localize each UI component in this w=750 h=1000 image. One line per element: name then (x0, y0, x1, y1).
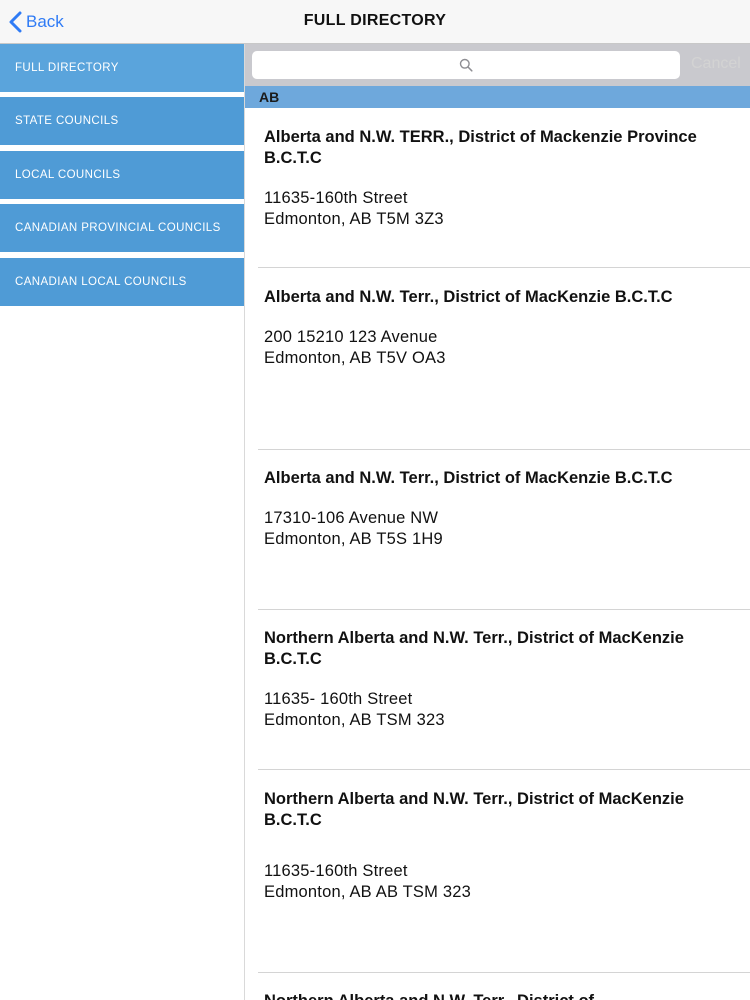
sidebar-item-label: CANADIAN PROVINCIAL COUNCILS (15, 222, 221, 234)
list-item[interactable]: Northern Alberta and N.W. Terr., Distric… (245, 628, 750, 731)
address-line-1: 200 15210 123 Avenue (264, 328, 438, 346)
sidebar-item-label: LOCAL COUNCILS (15, 169, 121, 181)
sidebar-item-label: STATE COUNCILS (15, 115, 119, 127)
council-name: Northern Alberta and N.W. Terr., Distric… (264, 991, 704, 1000)
sidebar-item-label: CANADIAN LOCAL COUNCILS (15, 276, 187, 288)
address-line-1: 11635-160th Street (264, 189, 408, 207)
sidebar-item-label: FULL DIRECTORY (15, 62, 119, 74)
sidebar-item-state-councils[interactable]: STATE COUNCILS (0, 97, 244, 145)
sidebar-item-full-directory[interactable]: FULL DIRECTORY (0, 44, 244, 92)
directory-list: Alberta and N.W. TERR., District of Mack… (245, 108, 750, 1000)
council-address: 200 15210 123 Avenue Edmonton, AB T5V OA… (264, 327, 730, 369)
row-divider (258, 769, 750, 770)
address-line-1: 17310-106 Avenue NW (264, 509, 439, 527)
council-name: Northern Alberta and N.W. Terr., Distric… (264, 790, 684, 829)
council-address: 11635-160th Street Edmonton, AB AB TSM 3… (264, 861, 730, 903)
navigation-bar: Back FULL DIRECTORY (0, 0, 750, 44)
list-item[interactable]: Alberta and N.W. Terr., District of MacK… (245, 287, 750, 369)
list-item[interactable]: Alberta and N.W. TERR., District of Mack… (245, 127, 750, 230)
address-line-2: Edmonton, AB TSM 323 (264, 711, 445, 729)
council-address: 11635- 160th Street Edmonton, AB TSM 323 (264, 689, 730, 731)
row-divider (258, 267, 750, 268)
sidebar: FULL DIRECTORY STATE COUNCILS LOCAL COUN… (0, 44, 244, 1000)
council-address: 11635-160th Street Edmonton, AB T5M 3Z3 (264, 188, 730, 230)
section-header: AB (245, 86, 750, 108)
sidebar-item-canadian-local-councils[interactable]: CANADIAN LOCAL COUNCILS (0, 258, 244, 306)
address-line-2: Edmonton, AB T5S 1H9 (264, 530, 443, 548)
council-name: Northern Alberta and N.W. Terr., Distric… (264, 629, 684, 668)
address-line-2: Edmonton, AB AB TSM 323 (264, 883, 471, 901)
council-name: Alberta and N.W. Terr., District of MacK… (264, 469, 673, 487)
council-address: 17310-106 Avenue NW Edmonton, AB T5S 1H9 (264, 508, 730, 550)
row-divider (258, 609, 750, 610)
row-divider (258, 972, 750, 973)
list-item[interactable]: Northern Alberta and N.W. Terr., Distric… (245, 991, 750, 1000)
list-item[interactable]: Northern Alberta and N.W. Terr., Distric… (245, 789, 750, 903)
cancel-button[interactable]: Cancel (691, 55, 741, 73)
council-name: Alberta and N.W. TERR., District of Mack… (264, 128, 697, 167)
search-input[interactable] (252, 51, 680, 79)
address-line-2: Edmonton, AB T5M 3Z3 (264, 210, 444, 228)
address-line-2: Edmonton, AB T5V OA3 (264, 349, 446, 367)
sidebar-item-canadian-provincial-councils[interactable]: CANADIAN PROVINCIAL COUNCILS (0, 204, 244, 252)
list-item[interactable]: Alberta and N.W. Terr., District of MacK… (245, 468, 750, 550)
sidebar-item-local-councils[interactable]: LOCAL COUNCILS (0, 151, 244, 199)
search-bar: Cancel (245, 44, 750, 86)
address-line-1: 11635- 160th Street (264, 690, 413, 708)
search-icon (459, 58, 473, 72)
council-name: Alberta and N.W. Terr., District of MacK… (264, 288, 673, 306)
address-line-1: 11635-160th Street (264, 862, 408, 880)
row-divider (258, 449, 750, 450)
page-title: FULL DIRECTORY (303, 12, 447, 29)
